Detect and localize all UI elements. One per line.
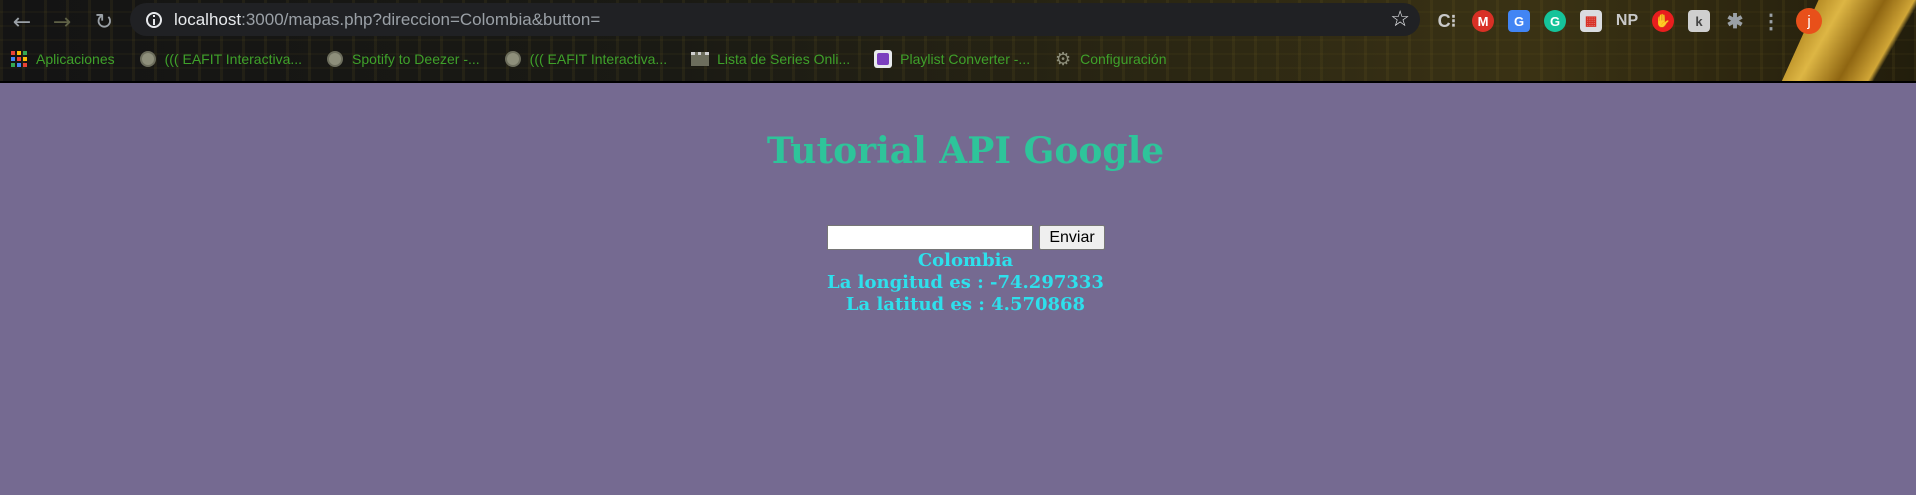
bookmark-spotify-deezer[interactable]: Spotify to Deezer -... — [326, 50, 480, 68]
place-name: Colombia — [917, 250, 1014, 271]
bookmark-label: Spotify to Deezer -... — [352, 51, 480, 67]
reload-icon[interactable]: ↻ — [88, 6, 120, 38]
extension-ci-icon[interactable]: C⁝ — [1436, 10, 1458, 32]
extension-np-icon[interactable]: NP — [1616, 10, 1638, 32]
url-path: :3000/mapas.php?direccion=Colombia&butto… — [241, 9, 601, 29]
extension-k-icon[interactable]: k — [1688, 10, 1710, 32]
globe-icon — [139, 50, 157, 68]
globe-icon — [504, 50, 522, 68]
extensions-bar: C⁝ M G G ▦ NP ✋ k ✱ ⋮ j — [1436, 8, 1822, 34]
bookmark-series[interactable]: Lista de Series Onli... — [691, 50, 850, 68]
bookmark-settings[interactable]: ⚙ Configuración — [1054, 48, 1167, 69]
back-arrow-icon[interactable]: ← — [6, 6, 38, 38]
forward-arrow-icon[interactable]: → — [46, 6, 78, 38]
playlist-icon — [874, 50, 893, 68]
longitude-text: La longitud es : -74.297333 — [827, 272, 1104, 293]
extension-screenshot-icon[interactable]: ▦ — [1580, 10, 1602, 32]
profile-avatar[interactable]: j — [1796, 8, 1822, 34]
gear-icon: ⚙ — [1055, 48, 1072, 69]
page-content: Tutorial API Google Enviar Colombia La l… — [0, 83, 1916, 495]
site-info-icon[interactable] — [146, 11, 162, 28]
extension-adblock-icon[interactable]: ✋ — [1652, 10, 1674, 32]
browser-chrome: ← → ↻ localhost:3000/mapas.php?direccion… — [0, 0, 1916, 83]
media-menu-icon[interactable]: ⋮ — [1760, 10, 1782, 33]
bookmark-label: Aplicaciones — [36, 51, 115, 67]
url-host: localhost — [174, 9, 242, 29]
extensions-puzzle-icon[interactable]: ✱ — [1724, 10, 1746, 33]
bookmark-eafit-2[interactable]: ((( EAFIT Interactiva... — [504, 50, 667, 68]
globe-icon — [326, 50, 344, 68]
extension-mega-icon[interactable]: M — [1472, 10, 1494, 32]
bookmark-label: Configuración — [1080, 51, 1167, 67]
bookmark-label: ((( EAFIT Interactiva... — [529, 51, 668, 67]
page-title: Tutorial API Google — [766, 130, 1165, 172]
bookmark-label: ((( EAFIT Interactiva... — [164, 51, 303, 67]
bookmark-star-icon[interactable]: ☆ — [1390, 6, 1410, 32]
bookmark-playlist-converter[interactable]: Playlist Converter -... — [874, 50, 1030, 68]
bookmark-label: Lista de Series Onli... — [717, 51, 851, 67]
latitude-text: La latitud es : 4.570868 — [845, 294, 1086, 315]
address-bar[interactable]: localhost:3000/mapas.php?direccion=Colom… — [130, 3, 1420, 36]
apps-grid-icon — [10, 50, 28, 68]
address-input[interactable] — [827, 225, 1033, 250]
bookmarks-bar: Aplicaciones ((( EAFIT Interactiva... Sp… — [10, 47, 1190, 71]
submit-button[interactable]: Enviar — [1039, 225, 1105, 250]
results-block: Colombia La longitud es : -74.297333 La … — [0, 250, 1916, 316]
bookmark-eafit-1[interactable]: ((( EAFIT Interactiva... — [139, 50, 302, 68]
extension-grammarly-icon[interactable]: G — [1544, 10, 1566, 32]
bookmark-label: Playlist Converter -... — [900, 51, 1031, 67]
bookmark-apps[interactable]: Aplicaciones — [10, 50, 115, 68]
address-form: Enviar — [827, 225, 1105, 250]
film-icon — [691, 50, 710, 68]
extension-google-translate-icon[interactable]: G — [1508, 10, 1530, 32]
